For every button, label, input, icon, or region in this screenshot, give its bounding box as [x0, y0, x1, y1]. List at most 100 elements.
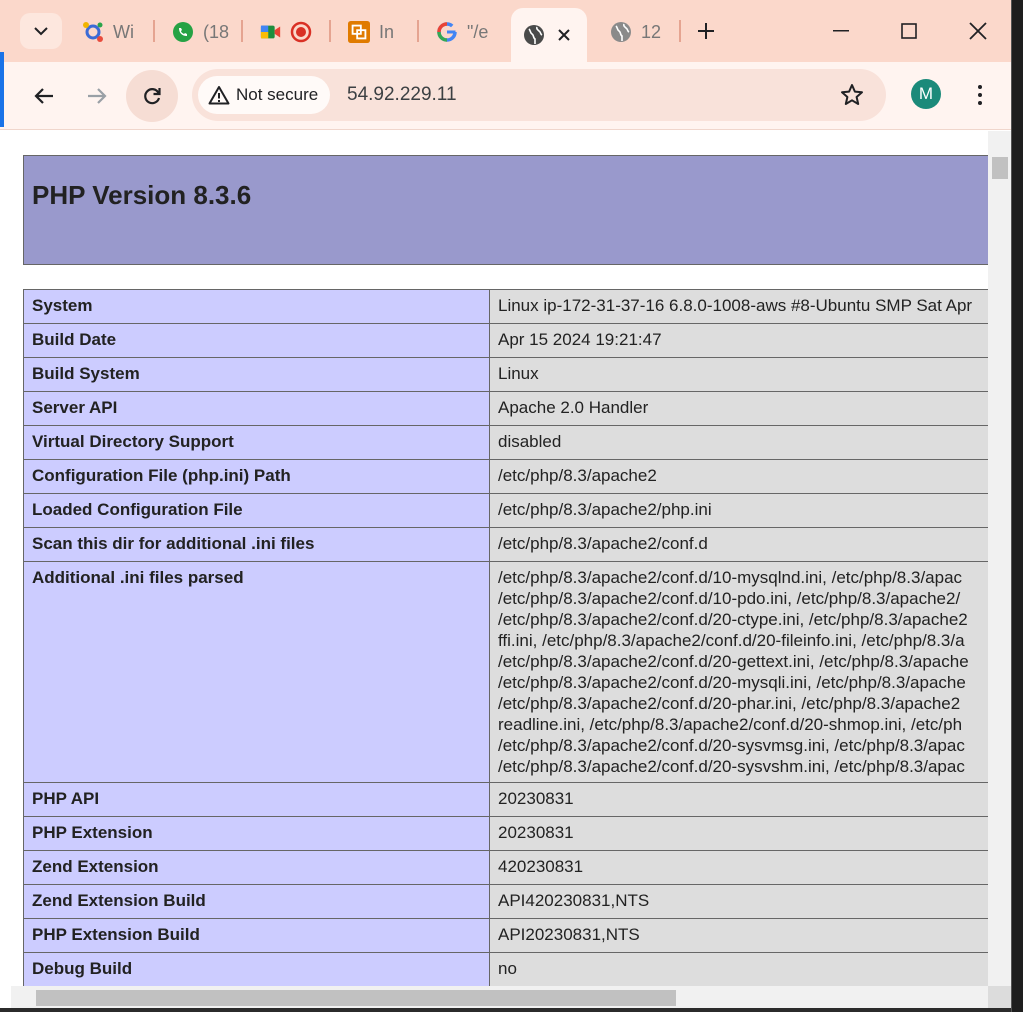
menu-dot	[978, 93, 982, 97]
background-window-edge	[1012, 0, 1023, 1012]
globe-icon	[610, 21, 632, 43]
row-value: 420230831	[489, 850, 988, 885]
row-key: Virtual Directory Support	[23, 425, 490, 460]
row-key: System	[23, 289, 490, 324]
table-row: Build Date Apr 15 2024 19:21:47	[23, 323, 988, 358]
row-key: Scan this dir for additional .ini files	[23, 527, 490, 562]
table-row: Server API Apache 2.0 Handler	[23, 391, 988, 426]
arrow-right-icon	[88, 88, 107, 104]
minimize-icon	[833, 30, 849, 32]
taskbar-edge	[0, 1008, 1011, 1012]
ini-file-line: /etc/php/8.3/apache2/conf.d/20-gettext.i…	[498, 652, 969, 671]
address-bar[interactable]: Not secure 54.92.229.11	[192, 69, 886, 121]
row-key: PHP Extension	[23, 816, 490, 851]
horizontal-scroll-thumb[interactable]	[36, 990, 676, 1006]
tab-2[interactable]: (18	[172, 10, 234, 54]
maximize-icon	[901, 23, 917, 39]
row-value: Apache 2.0 Handler	[489, 391, 988, 426]
row-value: /etc/php/8.3/apache2/conf.d	[489, 527, 988, 562]
profile-avatar[interactable]: M	[911, 79, 941, 109]
horizontal-scrollbar[interactable]	[11, 986, 988, 1010]
php-info-table-body: System Linux ip-172-31-37-16 6.8.0-1008-a…	[23, 289, 988, 986]
table-row: PHP Extension Build API20230831,NTS	[23, 918, 988, 953]
minimize-button[interactable]	[818, 10, 864, 52]
row-key: Loaded Configuration File	[23, 493, 490, 528]
row-value: 20230831	[489, 816, 988, 851]
table-row: Build System Linux	[23, 357, 988, 392]
tab-separator	[417, 20, 419, 42]
tab-strip: Wi (18 In "/e 12	[0, 0, 1011, 62]
background-window-edge	[0, 52, 4, 127]
tab-label: "/e	[467, 21, 489, 42]
maximize-button[interactable]	[886, 10, 932, 52]
row-key: Server API	[23, 391, 490, 426]
row-key: Additional .ini files parsed	[23, 561, 490, 783]
tab-5[interactable]: "/e	[436, 10, 498, 54]
google-icon	[436, 21, 458, 43]
row-key: PHP API	[23, 782, 490, 817]
tab-label: (18	[203, 21, 230, 42]
security-chip-label: Not secure	[236, 85, 319, 104]
row-value: /etc/php/8.3/apache2	[489, 459, 988, 494]
star-icon	[841, 84, 863, 105]
tab-label: In	[379, 21, 395, 42]
row-value: 20230831	[489, 782, 988, 817]
ini-file-line: /etc/php/8.3/apache2/conf.d/20-ctype.ini…	[498, 610, 968, 629]
browser-window: Wi (18 In "/e 12 Not secure 54.92.229.11…	[0, 0, 1012, 1012]
row-key: PHP Extension Build	[23, 918, 490, 953]
table-row: Loaded Configuration File/etc/php/8.3/ap…	[23, 493, 988, 528]
bookmark-button[interactable]	[838, 81, 866, 109]
row-value: no	[489, 952, 988, 986]
table-row: Additional .ini files parsed/etc/php/8.3…	[23, 561, 988, 783]
new-tab-button[interactable]	[683, 10, 729, 52]
row-value: API420230831,NTS	[489, 884, 988, 919]
chevron-down-icon	[34, 26, 48, 35]
tab-label: 12	[641, 21, 662, 42]
security-chip[interactable]: Not secure	[198, 76, 331, 114]
ai-app-icon	[82, 21, 104, 43]
ini-file-line: /etc/php/8.3/apache2/conf.d/20-phar.ini,…	[498, 694, 961, 713]
ini-file-line: readline.ini, /etc/php/8.3/apache2/conf.…	[498, 715, 963, 734]
warning-icon	[208, 86, 230, 105]
ini-file-line: /etc/php/8.3/apache2/conf.d/10-mysqlnd.i…	[498, 568, 963, 587]
menu-dot	[978, 85, 982, 89]
tab-search-button[interactable]	[20, 13, 62, 49]
row-value: Apr 15 2024 19:21:47	[489, 323, 988, 358]
globe-icon	[523, 24, 545, 46]
php-info-table: System Linux ip-172-31-37-16 6.8.0-1008-a…	[23, 289, 988, 986]
browser-menu-button[interactable]	[968, 79, 992, 111]
tab-7[interactable]: 12	[610, 10, 672, 54]
url-text[interactable]: 54.92.229.11	[347, 84, 457, 106]
tab-4[interactable]: In	[348, 10, 410, 54]
back-button[interactable]	[18, 70, 70, 122]
google-meet-icon	[260, 21, 282, 43]
row-value: Linux	[489, 357, 988, 392]
row-key: Configuration File (php.ini) Path	[23, 459, 490, 494]
tab-separator	[679, 20, 681, 42]
vertical-scrollbar[interactable]	[988, 131, 1011, 986]
scrollbar-corner	[988, 986, 1011, 1010]
table-row: System Linux ip-172-31-37-16 6.8.0-1008-a…	[23, 289, 988, 324]
ini-file-line: /etc/php/8.3/apache2/conf.d/20-sysvshm.i…	[498, 757, 965, 776]
forward-button[interactable]	[71, 70, 123, 122]
tab-active[interactable]	[511, 8, 587, 62]
ini-file-line: ffi.ini, /etc/php/8.3/apache2/conf.d/20-…	[498, 631, 965, 650]
row-key: Build Date	[23, 323, 490, 358]
page-viewport: PHP Version 8.3.6 System Linux ip-172-31-…	[11, 131, 988, 986]
table-row: PHP API 20230831	[23, 782, 988, 817]
tab-3[interactable]	[260, 10, 326, 54]
table-row: Debug Build no	[23, 952, 988, 986]
reload-icon	[144, 88, 161, 105]
table-row: Scan this dir for additional .ini files /…	[23, 527, 988, 562]
reload-button[interactable]	[126, 70, 178, 122]
tab-1[interactable]: Wi	[82, 10, 144, 54]
close-window-button[interactable]	[955, 10, 1001, 52]
table-row: Zend Extension 420230831	[23, 850, 988, 885]
close-tab-icon[interactable]	[553, 24, 575, 46]
browser-toolbar: Not secure 54.92.229.11 M	[0, 62, 1011, 130]
vertical-scroll-thumb[interactable]	[992, 157, 1008, 179]
tab-separator	[153, 20, 155, 42]
row-value: disabled	[489, 425, 988, 460]
arrow-left-icon	[34, 88, 53, 104]
close-icon	[969, 22, 987, 40]
